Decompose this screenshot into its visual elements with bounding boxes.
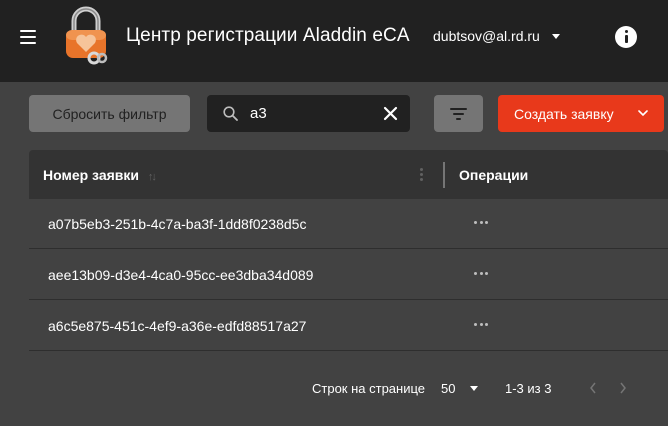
table-header: Номер заявки ↑↓ Операции [29,150,668,199]
filter-icon [450,108,467,110]
search-icon [223,106,238,121]
reset-filter-button[interactable]: Сбросить фильтр [29,95,190,132]
sort-icon[interactable]: ↑↓ [148,171,157,183]
pagination: Строк на странице 50 1-3 из 3 [29,351,668,426]
request-id: a6c5e875-451c-4ef9-a36e-edfd88517a27 [48,318,307,334]
chevron-down-icon [638,110,648,117]
filter-button[interactable] [434,95,483,132]
more-actions-icon[interactable] [474,272,492,276]
column-separator[interactable] [443,162,445,188]
request-id: aee13b09-d3e4-4ca0-95cc-ee3dba34d089 [48,267,314,283]
app-window: Центр регистрации Aladdin eCA dubtsov@al… [0,0,668,426]
search-input[interactable]: а3 [207,95,410,132]
column-header-operations: Операции [459,167,529,183]
column-menu-icon[interactable] [420,168,423,182]
chevron-left-icon[interactable] [589,382,597,394]
create-request-label: Создать заявку [514,105,614,122]
requests-table: Номер заявки ↑↓ Операции a07b5eb3-251b-4… [29,150,668,426]
request-id: a07b5eb3-251b-4c7a-ba3f-1dd8f0238d5c [48,216,307,232]
more-actions-icon[interactable] [474,323,492,327]
create-request-button[interactable]: Создать заявку [498,95,664,132]
close-icon[interactable] [383,106,398,121]
info-icon[interactable] [615,26,637,48]
chevron-right-icon[interactable] [619,382,627,394]
main-content: Сбросить фильтр а3 Создать заявку Номер … [0,82,668,426]
rows-per-page-label: Строк на странице [312,381,426,396]
search-value: а3 [250,105,267,122]
user-email: dubtsov@al.rd.ru [433,28,540,44]
app-header: Центр регистрации Aladdin eCA dubtsov@al… [0,0,668,82]
table-row[interactable]: aee13b09-d3e4-4ca0-95cc-ee3dba34d089 [29,250,668,300]
chevron-down-icon [470,386,479,391]
chevron-down-icon [551,33,560,39]
user-menu[interactable]: dubtsov@al.rd.ru [433,28,560,44]
page-range: 1-3 из 3 [505,381,552,396]
app-title: Центр регистрации Aladdin eCA [126,25,410,46]
table-row[interactable]: a07b5eb3-251b-4c7a-ba3f-1dd8f0238d5c [29,199,668,249]
padlock-heart-logo [66,6,108,65]
table-row[interactable]: a6c5e875-451c-4ef9-a36e-edfd88517a27 [29,301,668,351]
column-header-request-number[interactable]: Номер заявки ↑↓ [43,167,157,183]
menu-icon[interactable] [20,30,36,44]
rows-per-page-select[interactable]: 50 [441,381,479,396]
more-actions-icon[interactable] [474,221,492,225]
